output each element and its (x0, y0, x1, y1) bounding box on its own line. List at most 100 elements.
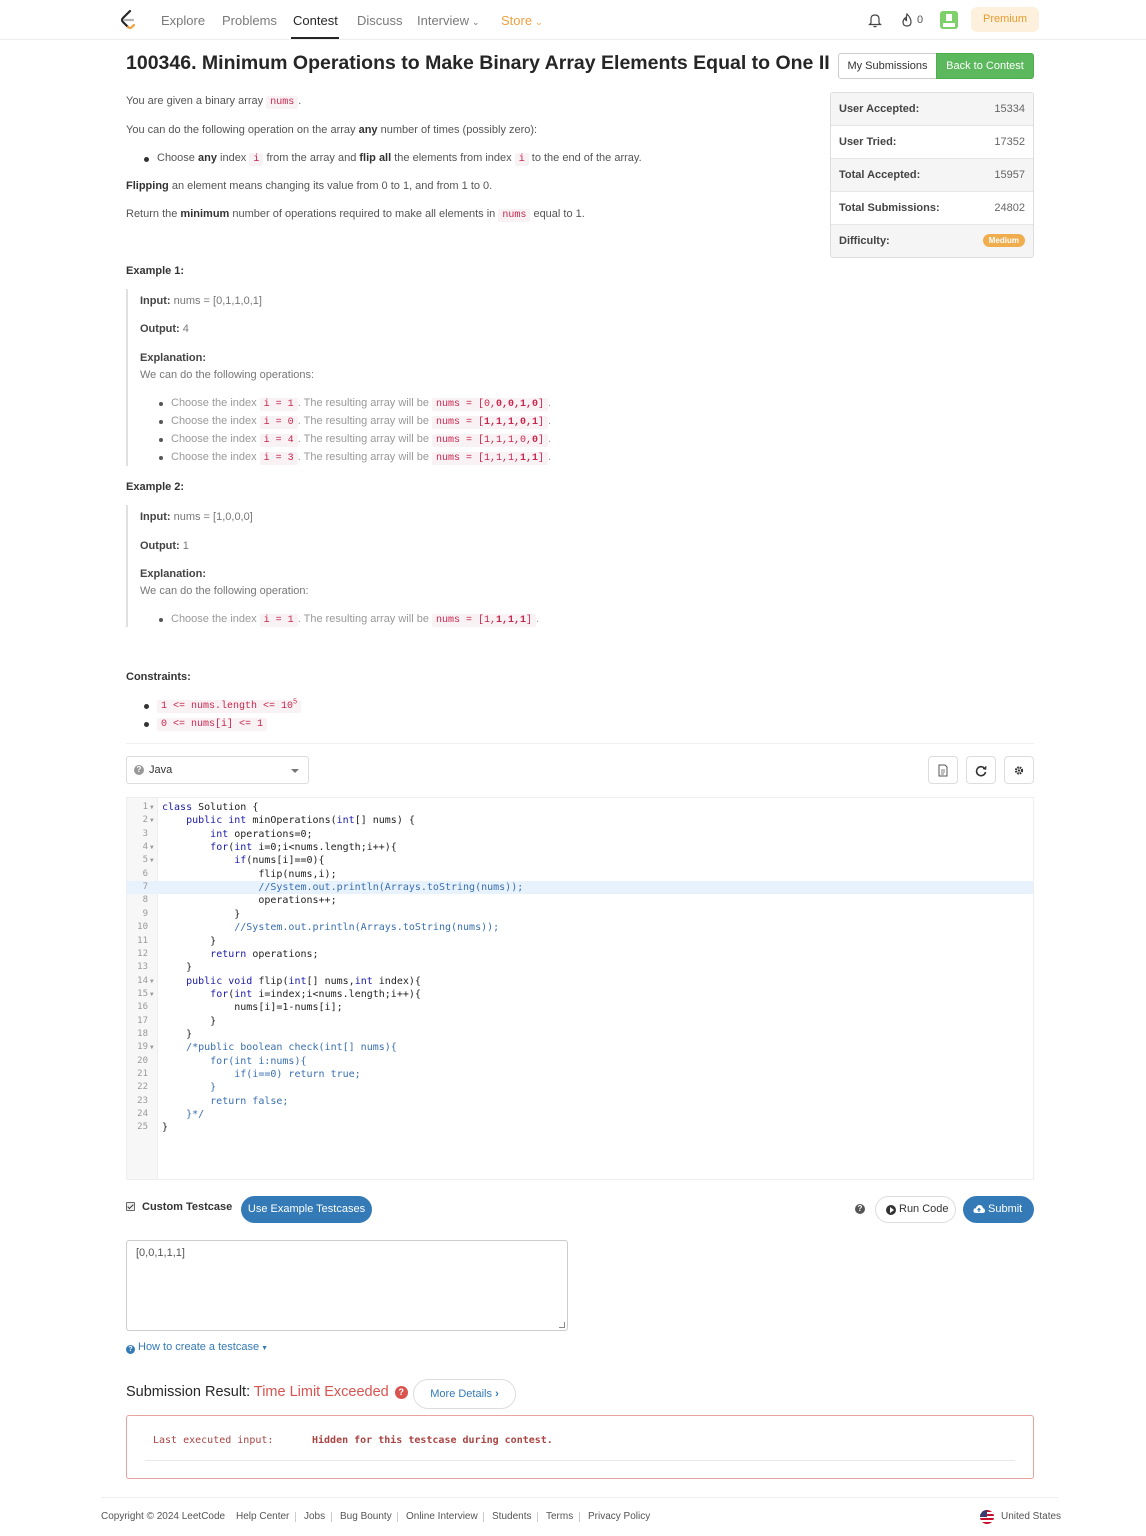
nav-store[interactable]: Store ⌄ (501, 13, 543, 28)
language-select[interactable]: ? Java (126, 756, 309, 784)
code-line[interactable]: 23 return false; (127, 1095, 1033, 1108)
footer-separator (295, 1512, 296, 1522)
run-code-button[interactable]: Run Code (875, 1196, 956, 1223)
code-line[interactable]: 2 ▼ public int minOperations(int[] nums) … (127, 814, 1033, 827)
code-line[interactable]: 12 return operations; (127, 948, 1033, 961)
result-box: Last executed input: Hidden for this tes… (126, 1415, 1034, 1479)
example-input: Input: nums = [0,1,1,0,1] (140, 295, 262, 307)
nav-contest[interactable]: Contest (293, 13, 338, 28)
example-step: Choose the index i = 0. The resulting ar… (158, 415, 552, 429)
nav-interview[interactable]: Interview ⌄ (417, 13, 480, 28)
code-text: public void flip(int[] nums,int index){ (186, 975, 421, 987)
how-to-create-testcase-link[interactable]: ? How to create a testcase ▼ (126, 1341, 268, 1354)
nav-discuss[interactable]: Discuss (357, 13, 403, 28)
nav-interview-label: Interview (417, 13, 470, 28)
code-line[interactable]: 20 for(int i:nums){ (127, 1055, 1033, 1068)
example-explanation-label: Explanation: (140, 568, 207, 580)
code-line[interactable]: 3 int operations=0; (127, 828, 1033, 841)
fold-arrow-icon[interactable]: ▼ (150, 975, 154, 988)
footer-link-students[interactable]: Students (492, 1511, 531, 1522)
fold-arrow-icon[interactable]: ▼ (150, 814, 154, 827)
code-line[interactable]: 4 ▼ for(int i=0;i<nums.length;i++){ (127, 841, 1033, 854)
code-line[interactable]: 11 } (127, 935, 1033, 948)
code-line[interactable]: 18 } (127, 1028, 1033, 1041)
code-line[interactable]: 10 //System.out.println(Arrays.toString(… (127, 921, 1033, 934)
code-line[interactable]: 24 }*/ (127, 1108, 1033, 1121)
code-line[interactable]: 6 flip(nums,i); (127, 868, 1033, 881)
fold-arrow-icon[interactable]: ▼ (150, 988, 154, 1001)
footer-link-help-center[interactable]: Help Center (236, 1511, 289, 1522)
avatar[interactable] (940, 11, 958, 29)
code-line[interactable]: 8 operations++; (127, 894, 1033, 907)
resize-handle[interactable] (559, 1322, 565, 1328)
nav-problems[interactable]: Problems (222, 13, 277, 28)
testcase-input[interactable]: [0,0,1,1,1] (126, 1240, 568, 1331)
code-line[interactable]: 7 //System.out.println(Arrays.toString(n… (127, 881, 1033, 895)
fold-arrow-icon[interactable]: ▼ (150, 854, 154, 867)
desc-paragraph: You are given a binary array nums. (126, 95, 302, 109)
us-flag-icon[interactable] (980, 1510, 994, 1524)
stats-panel: User Accepted: 15334 User Tried: 17352 Tot… (830, 92, 1034, 258)
bell-icon[interactable] (868, 12, 882, 28)
nav-explore[interactable]: Explore (161, 13, 205, 28)
fire-icon[interactable] (900, 12, 914, 28)
example-step: Choose the index i = 1. The resulting ar… (158, 397, 552, 411)
code-line[interactable]: 13 } (127, 961, 1033, 974)
back-to-contest-button[interactable]: Back to Contest (936, 53, 1034, 79)
line-number: 5 (142, 855, 148, 866)
code-line[interactable]: 14 ▼ public void flip(int[] nums,int inde… (127, 975, 1033, 988)
code-line[interactable]: 21 if(i==0) return true; (127, 1068, 1033, 1081)
code-editor[interactable]: 1 ▼ class Solution {2 ▼ public int minOpera… (126, 797, 1034, 1180)
footer-divider (101, 1497, 1058, 1498)
help-icon[interactable]: ? (855, 1204, 865, 1214)
footer-link-online-interview[interactable]: Online Interview (406, 1511, 478, 1522)
line-number: 22 (137, 1082, 148, 1093)
code-line[interactable]: 25} (127, 1121, 1033, 1134)
code-line[interactable]: 16 nums[i]=1-nums[i]; (127, 1001, 1033, 1014)
active-tab-indicator (291, 37, 339, 39)
problem-title: 100346. Minimum Operations to Make Binar… (126, 52, 830, 74)
code-text: flip(nums,i); (162, 868, 337, 880)
leetcode-logo-icon[interactable] (118, 9, 138, 31)
fold-arrow-icon[interactable]: ▼ (150, 801, 154, 814)
code-text: } (162, 1015, 217, 1027)
premium-button[interactable]: Premium (971, 7, 1039, 32)
line-number: 1 (142, 802, 148, 812)
code-text: if(i==0) return true; (162, 1069, 361, 1080)
code-line[interactable]: 9 } (127, 908, 1033, 921)
code-text: } (162, 1122, 169, 1134)
code-line[interactable]: 5 ▼ if(nums[i]==0){ (127, 854, 1033, 867)
line-number: 3 (142, 828, 148, 839)
use-example-testcases-button[interactable]: Use Example Testcases (241, 1196, 372, 1223)
code-text: /*public boolean check(int[] nums){ (162, 1042, 397, 1054)
chevron-down-icon: ⌄ (472, 17, 480, 27)
help-icon[interactable]: ? (394, 1386, 408, 1399)
notes-button[interactable] (928, 756, 958, 784)
footer-link-jobs[interactable]: Jobs (304, 1511, 325, 1522)
desc-bullet: Choose any index i from the array and fl… (144, 152, 642, 166)
footer-link-terms[interactable]: Terms (546, 1511, 573, 1522)
footer-link-bug-bounty[interactable]: Bug Bounty (340, 1511, 392, 1522)
code-line[interactable]: 15 ▼ for(int i=index;i<nums.length;i++){ (127, 988, 1033, 1001)
more-details-button[interactable]: More Details › (413, 1379, 516, 1409)
constraints-title: Constraints: (126, 671, 191, 683)
code-line[interactable]: 1 ▼ class Solution { (127, 801, 1033, 814)
fold-arrow-icon[interactable]: ▼ (150, 841, 154, 854)
line-number: 12 (137, 948, 148, 959)
reset-code-button[interactable] (966, 756, 996, 784)
example-explanation: We can do the following operation: (140, 585, 309, 597)
code-line[interactable]: 19 ▼ /*public boolean check(int[] nums){ (127, 1041, 1033, 1054)
settings-button[interactable] (1004, 756, 1034, 784)
fold-arrow-icon[interactable]: ▼ (150, 1041, 154, 1054)
footer-link-privacy-policy[interactable]: Privacy Policy (588, 1511, 650, 1522)
document-icon (938, 764, 948, 777)
footer-separator (537, 1512, 538, 1522)
code-text: return operations; (210, 948, 319, 960)
code-line[interactable]: 17 } (127, 1015, 1033, 1028)
submit-button[interactable]: Submit (963, 1196, 1034, 1223)
my-submissions-button[interactable]: My Submissions (838, 53, 937, 79)
custom-testcase-checkbox[interactable] (126, 1202, 135, 1211)
line-number: 11 (137, 935, 148, 946)
code-line[interactable]: 22 } (127, 1081, 1033, 1094)
region-selector[interactable]: United States (1001, 1511, 1061, 1522)
